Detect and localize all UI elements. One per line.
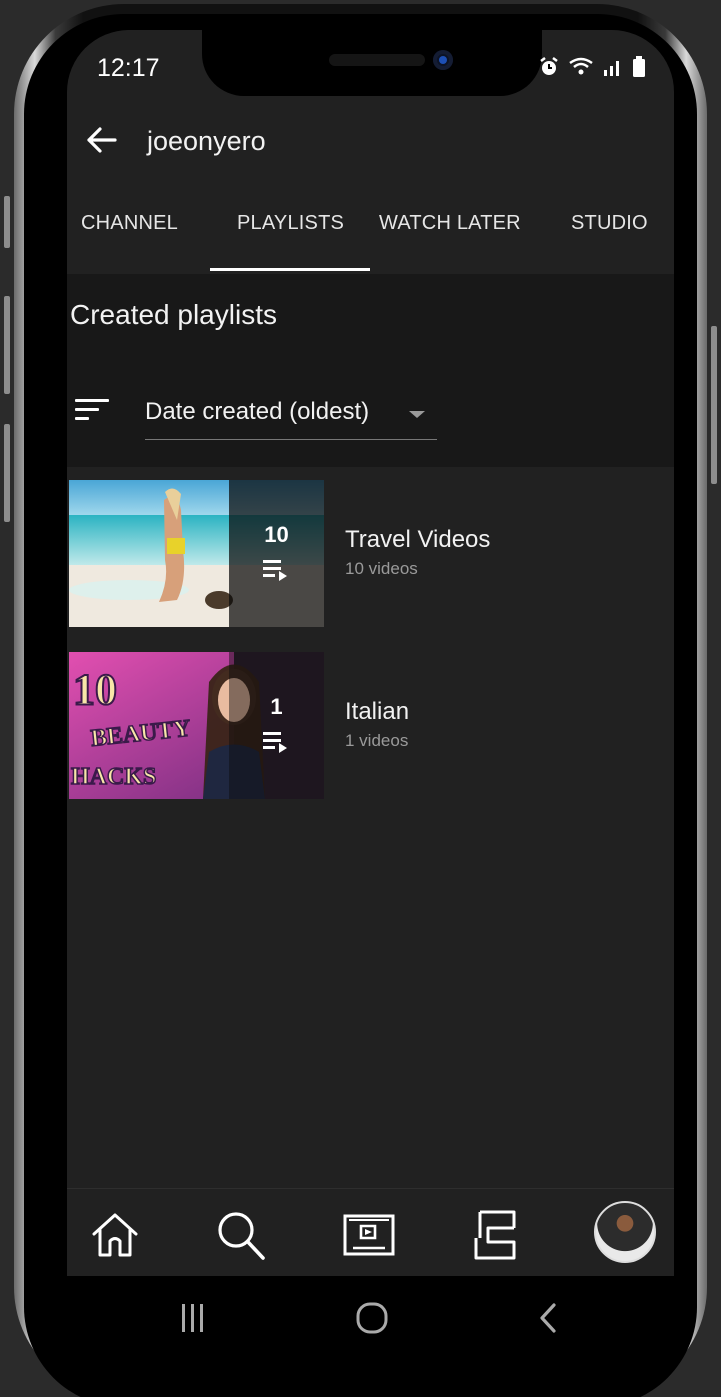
tab-bar: CHANNEL PLAYLISTS WATCH LATER STUDIO	[67, 198, 674, 274]
playlist-video-count: 1	[270, 694, 283, 719]
avatar[interactable]	[594, 1201, 656, 1263]
svg-text:HACKS: HACKS	[71, 764, 156, 790]
home-circle-icon[interactable]	[342, 1296, 402, 1340]
playlist-item[interactable]: 10 Travel Videos 10 videos	[69, 480, 674, 628]
playlist-video-count: 10	[264, 522, 289, 547]
playlist-thumbnail[interactable]: 10	[69, 480, 324, 627]
playlist-subtitle: 1 videos	[345, 731, 409, 750]
app-header: joeonyero	[67, 110, 674, 170]
back-chevron-icon[interactable]	[519, 1296, 579, 1340]
thumbnail-overlay: 10	[229, 480, 324, 627]
subscriptions-icon[interactable]	[339, 1205, 399, 1265]
phone-power-button	[711, 326, 717, 484]
playlist-item[interactable]: 10 BEAUTY HACKS 1 Italian 1 videos	[69, 652, 674, 800]
playlist-title[interactable]: Travel Videos	[345, 526, 490, 554]
tab-channel[interactable]: CHANNEL	[81, 212, 178, 235]
search-icon[interactable]	[211, 1205, 271, 1265]
alarm-icon	[538, 56, 560, 83]
wifi-icon	[568, 57, 594, 82]
thumbnail-overlay: 1	[229, 652, 324, 799]
bottom-navigation	[67, 1188, 674, 1276]
svg-text:10: 10	[73, 665, 117, 714]
tab-studio[interactable]: STUDIO	[571, 212, 648, 235]
tab-watch-later[interactable]: WATCH LATER	[379, 212, 521, 235]
created-playlists-section: Created playlists Date created (oldest)	[67, 274, 674, 467]
status-icons	[538, 56, 646, 83]
phone-volume-up	[4, 296, 10, 394]
playlist-queue-icon	[263, 558, 289, 582]
arrow-left-icon[interactable]	[83, 122, 119, 158]
home-icon[interactable]	[85, 1205, 145, 1265]
section-title: Created playlists	[70, 299, 277, 330]
camera	[433, 50, 453, 70]
tab-playlists[interactable]: PLAYLISTS	[237, 212, 344, 235]
playlist-thumbnail[interactable]: 10 BEAUTY HACKS 1	[69, 652, 324, 799]
sort-dropdown[interactable]: Date created (oldest)	[145, 384, 437, 440]
page-title: joeonyero	[147, 126, 266, 156]
app-screen: 12:17 joeonyero CHANNEL PLAYLISTS WATCH …	[67, 30, 674, 1370]
recents-icon[interactable]	[163, 1296, 223, 1340]
library-icon[interactable]	[465, 1205, 525, 1265]
speaker	[329, 54, 425, 66]
phone-side-button	[4, 196, 10, 248]
battery-icon	[632, 56, 646, 83]
active-tab-indicator	[210, 268, 370, 271]
playlist-subtitle: 10 videos	[345, 559, 418, 578]
playlist-queue-icon	[263, 730, 289, 754]
signal-icon	[602, 57, 624, 82]
sort-icon[interactable]	[75, 399, 109, 427]
phone-volume-down	[4, 424, 10, 522]
status-time: 12:17	[97, 54, 160, 82]
dropdown-caret-icon	[409, 411, 425, 418]
system-navigation-bar	[67, 1276, 674, 1370]
sort-value: Date created (oldest)	[145, 398, 370, 425]
playlist-title[interactable]: Italian	[345, 698, 409, 726]
